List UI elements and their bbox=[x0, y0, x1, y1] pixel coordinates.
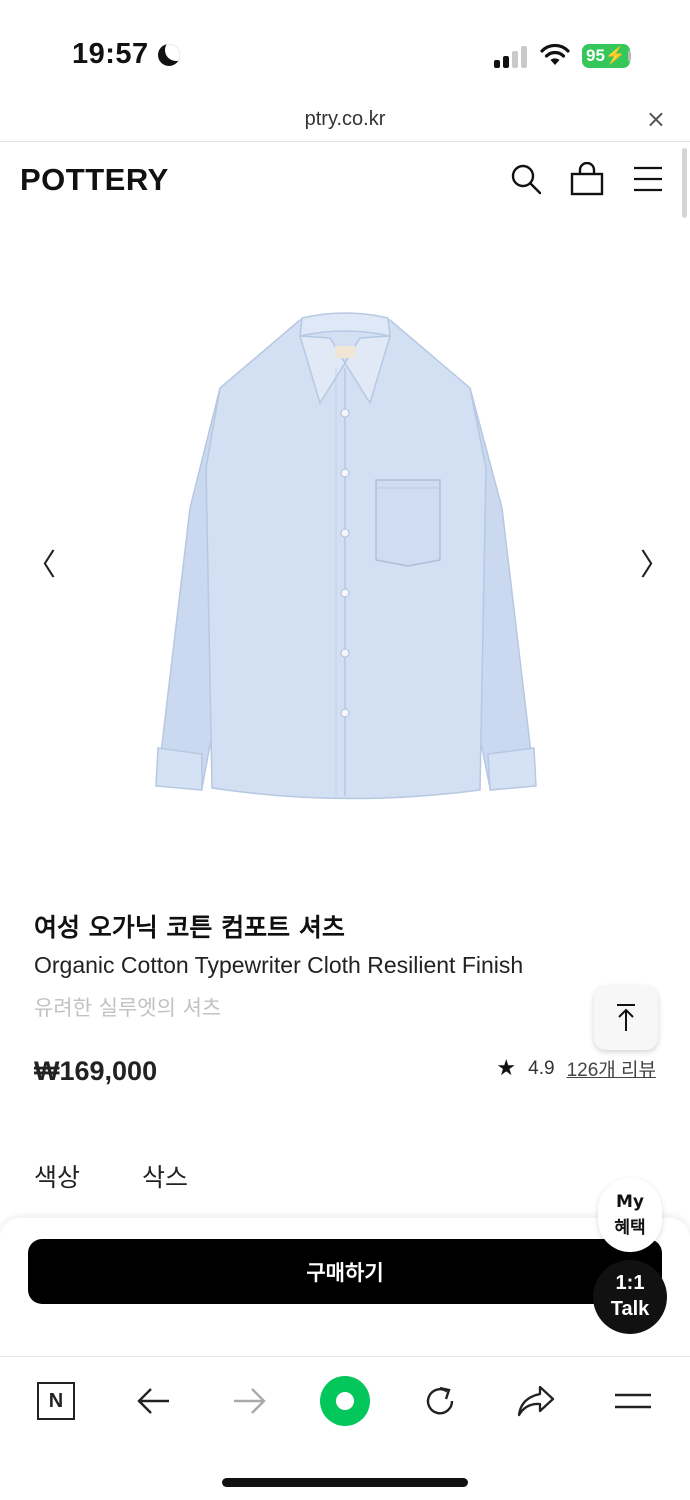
rating-value: 4.9 bbox=[528, 1057, 555, 1079]
product-name-korean: 여성 오가닉 코튼 컴포트 셔츠 bbox=[34, 913, 345, 942]
talk-line2: Talk bbox=[610, 1298, 650, 1320]
browser-url-bar[interactable]: ptry.co.kr × bbox=[0, 100, 690, 142]
menu-icon bbox=[615, 1393, 651, 1409]
product-rating: ★ 4.9 126개 리뷰 bbox=[496, 1055, 656, 1082]
site-logo[interactable]: POTTERY bbox=[20, 162, 169, 198]
cellular-signal-icon bbox=[494, 46, 528, 68]
reload-button[interactable] bbox=[412, 1379, 468, 1423]
arrow-up-to-line-icon bbox=[617, 1004, 635, 1031]
battery-indicator: 95⚡ bbox=[582, 44, 631, 68]
option-size-label[interactable]: 삭스 bbox=[142, 1158, 188, 1194]
my-benefit-line1: My bbox=[616, 1192, 644, 1212]
close-icon[interactable]: × bbox=[646, 105, 666, 133]
back-button[interactable] bbox=[126, 1379, 182, 1423]
shopping-bag-icon[interactable] bbox=[570, 162, 604, 196]
status-time: 19:57 bbox=[72, 38, 149, 70]
share-arrow-icon bbox=[517, 1385, 555, 1417]
gallery-next-arrow[interactable]: 〉 bbox=[640, 540, 670, 584]
arrow-right-icon bbox=[234, 1388, 266, 1414]
reload-icon bbox=[426, 1386, 454, 1415]
wifi-icon bbox=[540, 43, 570, 65]
gallery-prev-arrow[interactable]: 〈 bbox=[26, 540, 56, 584]
do-not-disturb-moon-icon bbox=[158, 44, 180, 66]
battery-nub bbox=[628, 51, 631, 61]
site-header: POTTERY bbox=[0, 142, 690, 218]
naver-n-icon: N bbox=[37, 1382, 75, 1420]
browser-menu-button[interactable] bbox=[605, 1379, 661, 1423]
product-price: ₩169,000 bbox=[34, 1056, 158, 1086]
talk-line1: 1:1 bbox=[615, 1272, 645, 1294]
battery-level: 95 bbox=[586, 46, 605, 65]
share-button[interactable] bbox=[508, 1379, 564, 1423]
arrow-left-icon bbox=[137, 1388, 169, 1414]
my-benefit-button[interactable]: My 혜택 bbox=[598, 1178, 662, 1252]
naver-home-button[interactable]: N bbox=[28, 1379, 84, 1423]
scroll-to-top-button[interactable] bbox=[594, 986, 658, 1050]
my-benefit-line2: 혜택 bbox=[614, 1218, 646, 1238]
option-color-label[interactable]: 색상 bbox=[34, 1158, 80, 1194]
reviews-link[interactable]: 126개 리뷰 bbox=[567, 1055, 656, 1082]
one-to-one-talk-button[interactable]: 1:1 Talk bbox=[593, 1260, 667, 1334]
green-dot-button[interactable] bbox=[317, 1376, 373, 1426]
hamburger-menu-icon[interactable] bbox=[632, 162, 664, 196]
product-description: 유려한 실루엣의 셔츠 bbox=[34, 996, 222, 1020]
star-icon: ★ bbox=[496, 1056, 517, 1081]
product-name-english: Organic Cotton Typewriter Cloth Resilien… bbox=[34, 952, 524, 978]
scroll-indicator bbox=[682, 148, 687, 218]
buy-button[interactable]: 구매하기 bbox=[28, 1239, 662, 1304]
product-image-gallery[interactable]: 〈 〉 bbox=[0, 260, 690, 860]
status-bar: 19:57 95⚡ bbox=[0, 0, 690, 100]
product-shirt-image bbox=[155, 312, 537, 800]
green-dot-icon bbox=[320, 1376, 370, 1426]
forward-button[interactable] bbox=[221, 1379, 277, 1423]
home-indicator bbox=[222, 1478, 468, 1487]
url-text[interactable]: ptry.co.kr bbox=[0, 108, 690, 131]
charging-bolt-icon: ⚡ bbox=[604, 46, 627, 65]
search-icon[interactable] bbox=[509, 162, 543, 196]
